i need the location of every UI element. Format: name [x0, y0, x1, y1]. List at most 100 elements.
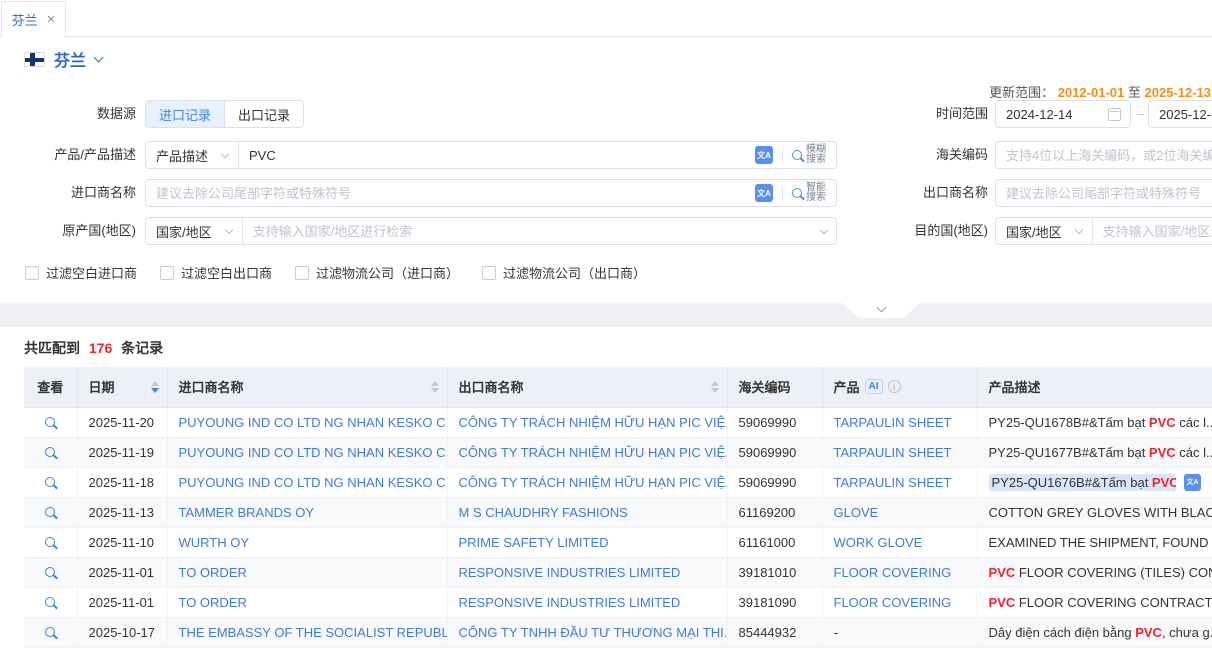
checkbox[interactable]	[160, 266, 174, 280]
view-record-icon[interactable]	[45, 507, 55, 517]
view-record-icon[interactable]	[45, 477, 55, 487]
trade-data-app: 芬兰 × 芬兰 更新范围： 2012-01-01 至 2025-12-13 数据…	[0, 0, 1212, 649]
importer-field: 智能搜索	[145, 179, 837, 207]
view-record-icon[interactable]	[45, 417, 55, 427]
view-record-icon[interactable]	[45, 537, 55, 547]
filter-logistics-exporter[interactable]: 过滤物流公司（出口商）	[482, 263, 646, 282]
date-cell: 2025-11-20	[77, 407, 167, 437]
update-range-from: 2012-01-01	[1058, 85, 1125, 100]
search-icon	[792, 150, 802, 160]
exporter-link[interactable]: CÔNG TY TRÁCH NHIỆM HỮU HẠN PIC VIỆ...	[459, 415, 728, 430]
date-to-input[interactable]	[1149, 101, 1212, 127]
product-cell: TARPAULIN SHEET	[822, 467, 977, 497]
exporter-input[interactable]	[996, 180, 1212, 206]
importer-link[interactable]: THE EMBASSY OF THE SOCIALIST REPUBLIC...	[179, 625, 448, 640]
origin-type-select[interactable]: 国家/地区	[146, 218, 243, 244]
importer-link[interactable]: WURTH OY	[179, 535, 250, 550]
country-selector[interactable]: 芬兰	[24, 47, 102, 71]
tab-export-records[interactable]: 出口记录	[224, 101, 303, 127]
checkbox[interactable]	[295, 266, 309, 280]
info-icon[interactable]: i	[888, 380, 901, 393]
date-range-separator: –	[1137, 100, 1144, 128]
hs-code-input[interactable]	[996, 142, 1212, 168]
chevron-down-icon	[876, 303, 886, 313]
tab-import-records[interactable]: 进口记录	[146, 101, 224, 127]
hs-code-cell: 61169200	[727, 497, 822, 527]
translate-icon[interactable]	[755, 184, 773, 202]
importer-link[interactable]: TAMMER BRANDS OY	[179, 505, 315, 520]
smart-search-button[interactable]: 智能搜索	[806, 183, 827, 203]
filter-blank-importer[interactable]: 过滤空白进口商	[25, 263, 137, 282]
translate-icon[interactable]	[755, 146, 773, 164]
description-cell: PVC FLOOR COVERING (TILES) CONT...	[977, 557, 1212, 587]
view-record-icon[interactable]	[45, 447, 55, 457]
update-range-sep: 至	[1128, 85, 1141, 100]
date-cell: 2025-11-10	[77, 527, 167, 557]
description-cell: EXAMINED THE SHIPMENT, FOUND ...	[977, 527, 1212, 557]
origin-input[interactable]	[243, 218, 821, 244]
importer-link[interactable]: PUYOUNG IND CO LTD NG NHAN KESKO C...	[179, 445, 448, 460]
description-cell: PVC FLOOR COVERING CONTRACT F...	[977, 587, 1212, 617]
exporter-link[interactable]: CÔNG TY TRÁCH NHIỆM HỮU HẠN PIC VIỆ...	[459, 445, 728, 460]
summary-prefix: 共匹配到	[24, 340, 80, 356]
ai-badge: AI	[865, 379, 883, 394]
fuzzy-search-button[interactable]: 模糊搜索	[806, 145, 827, 165]
importer-input[interactable]	[146, 180, 755, 206]
importer-link[interactable]: PUYOUNG IND CO LTD NG NHAN KESKO C...	[179, 415, 448, 430]
hs-code-cell: 59069990	[727, 437, 822, 467]
calendar-icon	[1108, 108, 1121, 121]
tab-finland[interactable]: 芬兰 ×	[1, 1, 66, 37]
description-cell: Dây điện cách điện bằng PVC, chưa g...	[977, 617, 1212, 647]
date-from-input[interactable]	[996, 101, 1108, 127]
checkbox-label: 过滤物流公司（进口商）	[316, 263, 459, 282]
product-cell: TARPAULIN SHEET	[822, 437, 977, 467]
exporter-cell: CÔNG TY TRÁCH NHIỆM HỮU HẠN PIC VIỆ...	[447, 407, 727, 437]
view-cell	[24, 617, 77, 647]
product-link[interactable]: TARPAULIN SHEET	[834, 475, 952, 490]
col-hs-code: 海关编码	[727, 367, 822, 407]
sort-control-importer[interactable]	[431, 381, 439, 393]
origin-label: 原产国(地区)	[0, 217, 136, 245]
close-icon[interactable]: ×	[47, 12, 56, 27]
view-record-icon[interactable]	[45, 597, 55, 607]
hs-code-label: 海关编码	[868, 141, 988, 169]
exporter-link[interactable]: M S CHAUDHRY FASHIONS	[459, 505, 628, 520]
checkbox[interactable]	[482, 266, 496, 280]
divider	[782, 186, 783, 200]
view-cell	[24, 497, 77, 527]
checkbox[interactable]	[25, 266, 39, 280]
hs-code-cell: 85444932	[727, 617, 822, 647]
filter-logistics-importer[interactable]: 过滤物流公司（进口商）	[295, 263, 459, 282]
description-cell: COTTON GREY GLOVES WITH BLACK...	[977, 497, 1212, 527]
sort-control-exporter[interactable]	[711, 381, 719, 393]
translate-icon[interactable]	[1184, 474, 1201, 491]
col-description: 产品描述	[977, 367, 1212, 407]
importer-link[interactable]: PUYOUNG IND CO LTD NG NHAN KESKO C...	[179, 475, 448, 490]
destination-type-select[interactable]: 国家/地区	[996, 218, 1093, 244]
product-link[interactable]: TARPAULIN SHEET	[834, 445, 952, 460]
exporter-link[interactable]: RESPONSIVE INDUSTRIES LIMITED	[459, 565, 681, 580]
importer-link[interactable]: TO ORDER	[179, 565, 247, 580]
sort-control-date[interactable]	[151, 381, 159, 393]
exporter-link[interactable]: RESPONSIVE INDUSTRIES LIMITED	[459, 595, 681, 610]
view-cell	[24, 557, 77, 587]
product-search-input[interactable]	[239, 142, 755, 168]
product-link[interactable]: GLOVE	[834, 505, 879, 520]
exporter-link[interactable]: CÔNG TY TRÁCH NHIỆM HỮU HẠN PIC VIỆ...	[459, 475, 728, 490]
destination-input[interactable]	[1093, 218, 1212, 244]
filter-blank-exporter[interactable]: 过滤空白出口商	[160, 263, 272, 282]
product-label: 产品/产品描述	[0, 141, 136, 169]
product-link[interactable]: WORK GLOVE	[834, 535, 923, 550]
product-type-select[interactable]: 产品描述	[146, 142, 239, 168]
view-record-icon[interactable]	[45, 567, 55, 577]
filter-checkbox-row: 过滤空白进口商 过滤空白出口商 过滤物流公司（进口商） 过滤物流公司（出口商）	[25, 263, 646, 282]
product-link[interactable]: FLOOR COVERING	[834, 595, 952, 610]
product-link[interactable]: FLOOR COVERING	[834, 565, 952, 580]
view-record-icon[interactable]	[45, 627, 55, 637]
exporter-link[interactable]: CÔNG TY TNHH ĐẦU TƯ THƯƠNG MẠI THI...	[459, 625, 728, 640]
exporter-link[interactable]: PRIME SAFETY LIMITED	[459, 535, 609, 550]
data-source-toggle: 进口记录 出口记录	[145, 100, 304, 128]
product-link[interactable]: TARPAULIN SHEET	[834, 415, 952, 430]
chevron-down-icon[interactable]	[820, 225, 828, 233]
importer-link[interactable]: TO ORDER	[179, 595, 247, 610]
